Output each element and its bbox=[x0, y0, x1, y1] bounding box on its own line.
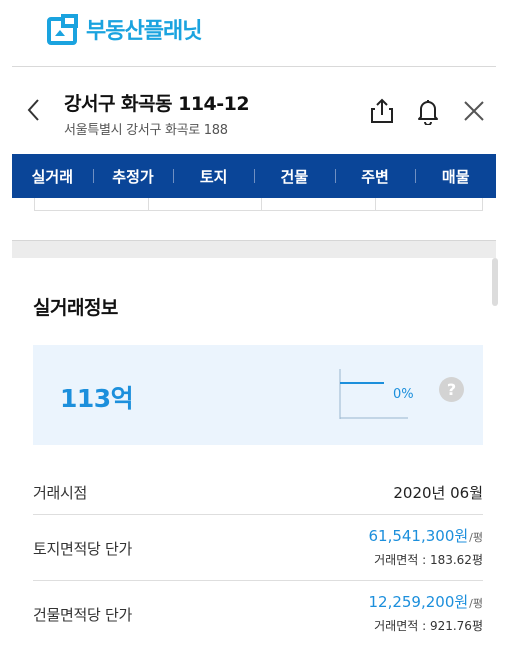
row-label: 건물면적당 단가 bbox=[33, 606, 132, 624]
bell-icon[interactable] bbox=[415, 97, 441, 125]
previous-table-edge bbox=[34, 198, 483, 211]
scrollbar[interactable] bbox=[492, 258, 498, 306]
land-area: 거래면적 : 183.62평 bbox=[374, 553, 483, 567]
help-icon[interactable]: ? bbox=[439, 377, 464, 402]
tab-land[interactable]: 토지 bbox=[173, 154, 254, 198]
share-icon[interactable] bbox=[369, 97, 395, 125]
tab-listings[interactable]: 매물 bbox=[415, 154, 496, 198]
brand-logo-icon bbox=[47, 14, 78, 45]
tab-bar: 실거래 추정가 토지 건물 주변 매물 bbox=[12, 154, 496, 198]
info-row: 토지면적당 단가 61,541,300원/평 거래면적 : 183.62평 bbox=[33, 515, 483, 581]
land-unit-price-value: 61,541,300원 bbox=[368, 527, 469, 545]
close-icon[interactable] bbox=[461, 97, 487, 125]
section-title: 실거래정보 bbox=[33, 297, 118, 319]
brand-logo[interactable]: 부동산플래닛 bbox=[46, 12, 202, 46]
tab-estimate[interactable]: 추정가 bbox=[92, 154, 174, 198]
info-row: 건물면적당 단가 12,259,200원/평 거래면적 : 921.76평 bbox=[33, 581, 483, 647]
info-row: 거래시점 2020년 06월 bbox=[33, 470, 483, 515]
page-title: 강서구 화곡동 114-12 bbox=[64, 93, 250, 115]
property-header: 강서구 화곡동 114-12 서울특별시 강서구 화곡로 188 bbox=[0, 67, 508, 153]
address-subtitle: 서울특별시 강서구 화곡로 188 bbox=[64, 123, 228, 138]
tab-transactions[interactable]: 실거래 bbox=[12, 154, 93, 198]
building-unit-price-value: 12,259,200원 bbox=[368, 593, 469, 611]
logo-bar: 부동산플래닛 bbox=[0, 0, 508, 64]
tab-nearby[interactable]: 주변 bbox=[334, 154, 416, 198]
back-icon[interactable] bbox=[22, 97, 46, 123]
tab-building[interactable]: 건물 bbox=[254, 154, 335, 198]
transaction-date: 2020년 06월 bbox=[393, 484, 483, 502]
row-label: 토지면적당 단가 bbox=[33, 540, 132, 558]
price-change-percent: 0% bbox=[393, 387, 414, 402]
row-label: 거래시점 bbox=[33, 484, 88, 502]
section-separator bbox=[12, 240, 496, 258]
unit-label: /평 bbox=[469, 597, 483, 610]
building-unit-price: 12,259,200원/평 bbox=[368, 591, 483, 612]
price-summary-card: 113억 0% ? bbox=[33, 345, 483, 445]
land-unit-price: 61,541,300원/평 bbox=[368, 525, 483, 546]
brand-name: 부동산플래닛 bbox=[86, 19, 202, 44]
unit-label: /평 bbox=[469, 531, 483, 544]
transaction-price: 113억 bbox=[60, 384, 134, 413]
building-area: 거래면적 : 921.76평 bbox=[374, 619, 483, 633]
